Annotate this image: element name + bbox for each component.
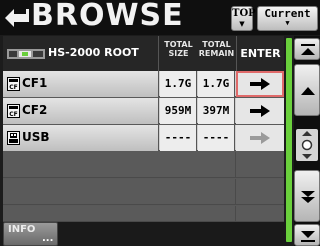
enter-button[interactable] [236, 71, 284, 97]
device-name: CF1 [22, 76, 48, 90]
card-slots-icon [7, 49, 45, 59]
total-remain-header-line2: REMAIN [198, 49, 235, 58]
svg-text:CF: CF [9, 111, 18, 118]
device-name-cell[interactable]: CF CF1 [3, 71, 159, 97]
scroll-top-button[interactable] [294, 38, 320, 60]
scroll-position-bar [286, 38, 292, 242]
empty-row [3, 179, 284, 205]
scroll-top-icon [301, 44, 315, 55]
total-size-header-line2: SIZE [168, 49, 189, 58]
enter-button[interactable] [236, 98, 284, 124]
total-size-cell: 959M [160, 98, 197, 124]
header-bar: BROWSE TOP ▼ Current ▼ [0, 0, 320, 35]
back-arrow-icon[interactable] [3, 6, 29, 30]
total-remain-header-line1: TOTAL [202, 40, 231, 49]
total-remain-cell: ---- [198, 125, 235, 151]
scroll-bottom-icon [301, 231, 315, 242]
device-name-cell[interactable]: USB [3, 125, 159, 151]
svg-text:CF: CF [9, 84, 18, 91]
scroll-up-button[interactable] [294, 64, 320, 116]
arrow-right-icon [250, 78, 270, 90]
device-name: CF2 [22, 103, 48, 117]
chevron-down-icon: ▼ [285, 19, 290, 27]
total-size-header-line1: TOTAL [164, 40, 193, 49]
device-name: USB [22, 130, 50, 144]
total-remain-cell: 1.7G [198, 71, 235, 97]
empty-row [3, 206, 284, 222]
total-size-cell: 1.7G [160, 71, 197, 97]
scroll-knob[interactable] [296, 129, 318, 161]
total-remain-header: TOTAL REMAIN [198, 40, 235, 58]
empty-row [3, 152, 284, 178]
cf-card-icon: CF [7, 104, 20, 118]
root-path-cell: HS-2000 ROOT [3, 36, 159, 71]
usb-icon [7, 131, 20, 145]
arrow-right-icon [250, 105, 270, 117]
browse-table: HS-2000 ROOT TOTAL SIZE TOTAL REMAIN ENT… [3, 36, 284, 222]
table-row[interactable]: USB ---- ---- [3, 125, 284, 151]
table-row[interactable]: CF CF2 959M 397M [3, 98, 284, 124]
footer-bar: INFO ... [0, 222, 286, 246]
chevron-down-icon: ▼ [239, 19, 245, 28]
scroll-down-button[interactable] [294, 170, 320, 222]
cf-card-icon: CF [7, 77, 20, 91]
table-header: HS-2000 ROOT TOTAL SIZE TOTAL REMAIN ENT… [3, 36, 284, 71]
top-button-label: TOP [232, 8, 256, 19]
enter-header: ENTER [236, 36, 284, 71]
info-label: INFO [8, 224, 36, 235]
double-triangle-down-icon [301, 191, 315, 203]
total-remain-cell: 397M [198, 98, 235, 124]
top-button[interactable]: TOP ▼ [231, 6, 256, 31]
scroll-controls [294, 36, 320, 246]
scroll-knob-icon [301, 131, 313, 159]
info-button[interactable]: INFO ... [3, 222, 58, 246]
scroll-bottom-button[interactable] [294, 224, 320, 246]
total-size-header: TOTAL SIZE [160, 40, 197, 58]
page-title: BROWSE [31, 0, 184, 33]
current-button[interactable]: Current ▼ [257, 6, 318, 31]
root-path-label: HS-2000 ROOT [48, 46, 139, 59]
table-row[interactable]: CF CF1 1.7G 1.7G [3, 71, 284, 97]
total-size-cell: ---- [160, 125, 197, 151]
arrow-right-icon [250, 132, 270, 144]
enter-button-disabled [236, 125, 284, 151]
triangle-up-icon [301, 87, 315, 95]
device-name-cell[interactable]: CF CF2 [3, 98, 159, 124]
info-dots: ... [42, 233, 54, 244]
